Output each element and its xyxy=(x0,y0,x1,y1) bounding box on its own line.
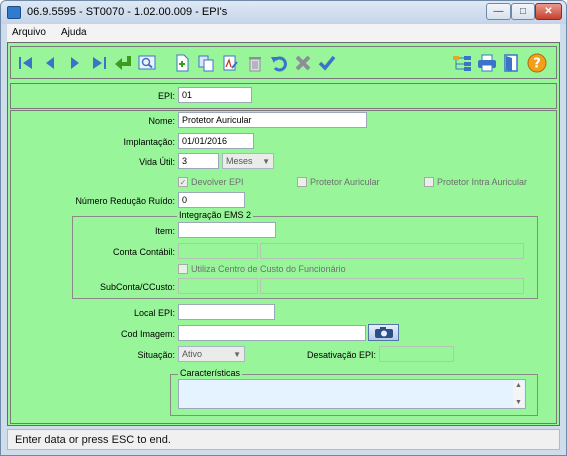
menu-bar: Arquivo Ajuda xyxy=(7,24,560,42)
checkbox-unchecked-icon xyxy=(424,177,434,187)
caracteristicas-title: Características xyxy=(178,368,243,378)
subconta-label: SubConta/CCusto: xyxy=(99,282,175,292)
protetor-intra-checkbox[interactable]: Protetor Intra Auricular xyxy=(424,177,527,187)
application-window: 06.9.5595 - ST0070 - 1.02.00.009 - EPI's… xyxy=(0,0,567,456)
undo-icon[interactable] xyxy=(268,52,290,74)
previous-record-icon[interactable] xyxy=(39,52,61,74)
devolver-epi-checkbox[interactable]: ✓ Devolver EPI xyxy=(178,177,244,187)
local-epi-label: Local EPI: xyxy=(133,308,175,318)
edit-record-icon[interactable] xyxy=(219,52,241,74)
protetor-intra-label: Protetor Intra Auricular xyxy=(437,177,528,187)
nome-label: Nome: xyxy=(148,116,175,126)
epi-field[interactable]: 01 xyxy=(178,87,252,103)
print-icon[interactable] xyxy=(476,52,498,74)
reducao-ruido-label: Número Redução Ruído: xyxy=(75,196,175,206)
conta-contabil-field[interactable] xyxy=(178,243,258,259)
minimize-button[interactable]: — xyxy=(486,3,511,20)
close-button[interactable]: ✕ xyxy=(535,3,562,20)
chevron-down-icon: ▼ xyxy=(262,157,270,166)
first-record-icon[interactable] xyxy=(15,52,37,74)
search-icon[interactable] xyxy=(136,52,158,74)
checkbox-checked-icon: ✓ xyxy=(178,177,188,187)
subconta-field[interactable] xyxy=(178,278,258,294)
cancel-icon[interactable] xyxy=(292,52,314,74)
cod-imagem-label: Cod Imagem: xyxy=(120,329,175,339)
camera-icon xyxy=(374,326,393,338)
new-record-icon[interactable] xyxy=(171,52,193,74)
implantacao-label: Implantação: xyxy=(123,137,175,147)
exit-door-icon[interactable] xyxy=(500,52,522,74)
situacao-value: Ativo xyxy=(182,349,203,359)
menu-ajuda[interactable]: Ajuda xyxy=(61,27,87,38)
situacao-select[interactable]: Ativo ▼ xyxy=(178,346,245,362)
vida-util-label: Vida Útil: xyxy=(139,157,175,167)
textarea-scrollbar[interactable]: ▲ ▼ xyxy=(513,381,524,407)
delete-icon[interactable] xyxy=(244,52,266,74)
vida-util-unit-value: Meses xyxy=(226,156,253,166)
confirm-icon[interactable] xyxy=(316,52,338,74)
conta-contabil-description xyxy=(260,243,524,259)
reducao-ruido-field[interactable]: 0 xyxy=(178,192,245,208)
tree-icon[interactable] xyxy=(451,52,473,74)
checkbox-unchecked-icon xyxy=(297,177,307,187)
nome-field[interactable]: Protetor Auricular xyxy=(178,112,367,128)
copy-record-icon[interactable] xyxy=(195,52,217,74)
caracteristicas-textarea[interactable]: ▲ ▼ xyxy=(178,379,526,409)
desativacao-label: Desativação EPI: xyxy=(306,350,376,360)
return-icon[interactable] xyxy=(112,52,134,74)
window-title: 06.9.5595 - ST0070 - 1.02.00.009 - EPI's xyxy=(27,6,228,18)
form-area: ? EPI: 01 Nome: Protetor Auricular Impla… xyxy=(7,42,560,426)
status-bar: Enter data or press ESC to end. xyxy=(7,429,560,450)
situacao-label: Situação: xyxy=(137,350,175,360)
utiliza-ccusto-label: Utiliza Centro de Custo do Funcionário xyxy=(191,264,346,274)
epi-header-box xyxy=(10,83,557,109)
subconta-description xyxy=(260,278,524,294)
title-bar[interactable]: 06.9.5595 - ST0070 - 1.02.00.009 - EPI's… xyxy=(1,1,566,24)
item-field[interactable] xyxy=(178,222,276,238)
utiliza-ccusto-checkbox[interactable]: Utiliza Centro de Custo do Funcionário xyxy=(178,264,346,274)
protetor-auricular-label: Protetor Auricular xyxy=(310,177,380,187)
status-text: Enter data or press ESC to end. xyxy=(15,434,171,446)
cod-imagem-field[interactable] xyxy=(178,325,366,341)
next-record-icon[interactable] xyxy=(64,52,86,74)
svg-text:?: ? xyxy=(533,57,541,72)
toolbar: ? xyxy=(10,46,557,79)
chevron-down-icon: ▼ xyxy=(233,350,241,359)
integracao-title: Integração EMS 2 xyxy=(177,210,254,220)
checkbox-unchecked-icon xyxy=(178,264,188,274)
image-browse-button[interactable] xyxy=(368,324,399,341)
conta-contabil-label: Conta Contábil: xyxy=(112,247,175,257)
protetor-auricular-checkbox[interactable]: Protetor Auricular xyxy=(297,177,380,187)
desativacao-field[interactable] xyxy=(379,346,454,362)
local-epi-field[interactable] xyxy=(178,304,275,320)
last-record-icon[interactable] xyxy=(88,52,110,74)
scroll-up-icon[interactable]: ▲ xyxy=(515,382,522,389)
epi-label: EPI: xyxy=(157,91,175,101)
implantacao-field[interactable]: 01/01/2016 xyxy=(178,133,254,149)
devolver-epi-label: Devolver EPI xyxy=(191,177,244,187)
maximize-button[interactable]: □ xyxy=(511,3,535,20)
scroll-down-icon[interactable]: ▼ xyxy=(515,399,522,406)
menu-arquivo[interactable]: Arquivo xyxy=(12,27,46,38)
item-label: Item: xyxy=(154,226,175,236)
vida-util-unit-select[interactable]: Meses ▼ xyxy=(222,153,274,169)
help-icon[interactable]: ? xyxy=(526,52,548,74)
app-icon xyxy=(7,6,21,19)
vida-util-field[interactable]: 3 xyxy=(178,153,219,169)
